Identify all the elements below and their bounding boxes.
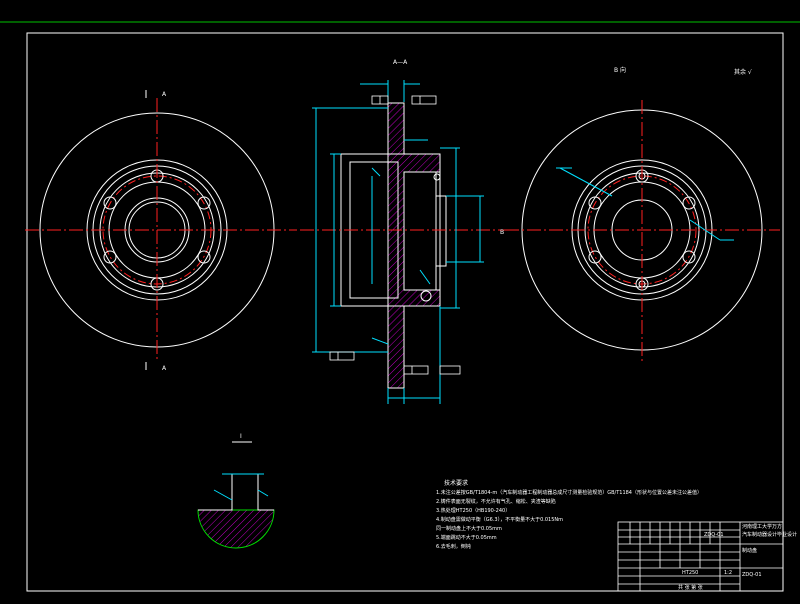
drawing-svg: A A A—A B B 向 其余 √ I	[0, 21, 800, 592]
roughness-note: 其余 √	[734, 68, 752, 76]
title-scale: 1:2	[724, 570, 733, 576]
title-school: 河南理工大学万方	[742, 524, 783, 530]
mark-a-top: A	[162, 91, 167, 98]
title-sheet: 共 张 第 张	[678, 585, 703, 591]
section-label: A—A	[393, 59, 408, 66]
cad-drawing-canvas: A A A—A B B 向 其余 √ I 技术要求 1.未注公差按GB/T180…	[0, 0, 800, 600]
title-project: 汽车制动器设计毕业设计	[742, 532, 798, 538]
section-view: A—A B	[300, 59, 508, 404]
front-view-left: A A	[25, 90, 297, 372]
detail-label: I	[240, 433, 242, 440]
mark-b: B	[500, 229, 504, 236]
detail-hatch	[197, 509, 275, 549]
right-view-label: B 向	[614, 66, 626, 74]
tech-req-line: 同一制动盘上不大于0.05mm	[436, 526, 502, 532]
tech-req-lines: 1.未注公差按GB/T1804-m（汽车制动器工程制动器总成尺寸测量检验规范）G…	[436, 490, 702, 553]
title-drawing-no: ZDQ-01	[742, 572, 762, 578]
detail-view: I	[197, 433, 275, 549]
drawing-border	[26, 32, 784, 592]
title-part-name: 制动盘	[742, 548, 758, 554]
tech-req-line: 5.端面跳动不大于0.05mm	[436, 535, 497, 541]
disc-section-hatch	[387, 102, 441, 389]
front-view-right: B 向 其余 √	[505, 66, 780, 362]
title-code: ZDQ-01	[704, 532, 724, 538]
tech-req-line: 6.去毛刺，倒钝	[436, 544, 471, 550]
tech-req-line: 1.未注公差按GB/T1804-m（汽车制动器工程制动器总成尺寸测量检验规范）G…	[436, 490, 702, 496]
tech-req-line: 2.铸件表面无裂纹，不允许有气孔、缩松、夹渣等缺陷	[436, 499, 556, 505]
tech-req-line: 3.热处理HT250（HB190-240）	[436, 508, 511, 514]
tech-req-title: 技术要求	[444, 480, 469, 487]
mark-a-bottom: A	[162, 365, 167, 372]
title-material: HT250	[682, 570, 699, 576]
tech-req-line: 4.制动盘需做动平衡（G6.3），不平衡量不大于0.015Nm	[436, 517, 564, 523]
